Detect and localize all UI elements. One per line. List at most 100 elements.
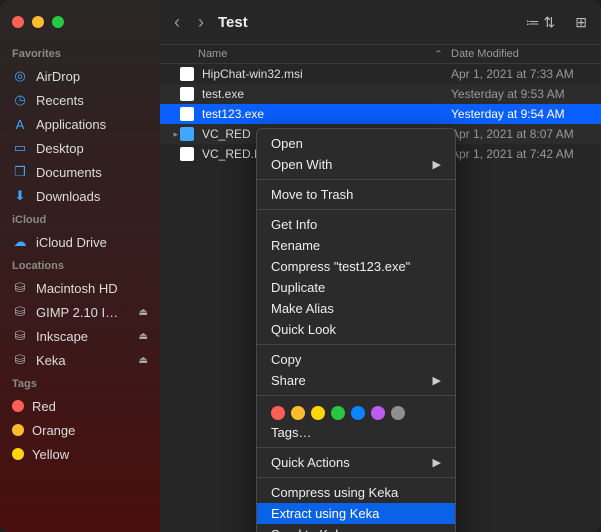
menu-item-label: Open With — [271, 157, 332, 172]
disk-icon: ⛁ — [12, 352, 28, 368]
forward-button[interactable]: › — [198, 12, 204, 33]
tag-dot-icon — [12, 448, 24, 460]
sort-indicator: ⌃ — [434, 48, 443, 61]
menu-item-label: Share — [271, 373, 306, 388]
sidebar: Favorites ◎ AirDrop ◷RecentsAApplications▭D… — [0, 0, 160, 532]
airdrop-icon: ◎ — [12, 68, 28, 84]
sidebar-item[interactable]: ⬇Downloads — [0, 184, 160, 208]
submenu-arrow-icon: ▶ — [433, 158, 441, 171]
sidebar-item[interactable]: Red — [0, 394, 160, 418]
sidebar-section-title: Locations — [0, 254, 160, 276]
menu-item-label: Extract using Keka — [271, 506, 379, 521]
sidebar-item-label: Recents — [36, 93, 84, 108]
file-row[interactable]: test.exeYesterday at 9:53 AM — [160, 84, 601, 104]
file-date: Apr 1, 2021 at 7:42 AM — [451, 147, 601, 161]
file-row[interactable]: HipChat-win32.msiApr 1, 2021 at 7:33 AM — [160, 64, 601, 84]
menu-item[interactable]: Share ▶ — [257, 370, 455, 391]
file-date: Yesterday at 9:54 AM — [451, 107, 601, 121]
sidebar-item-label: Documents — [36, 165, 102, 180]
menu-item[interactable]: Copy — [257, 349, 455, 370]
close-window[interactable] — [12, 16, 24, 28]
column-date[interactable]: Date Modified — [451, 48, 601, 60]
disclosure-triangle[interactable]: ▸ — [173, 129, 178, 140]
sidebar-item[interactable]: ◎ AirDrop — [0, 64, 160, 88]
tag-color[interactable] — [291, 406, 305, 420]
folder-icon — [180, 127, 194, 141]
submenu-arrow-icon: ▶ — [433, 374, 441, 387]
downloads-icon: ⬇ — [12, 188, 28, 204]
sidebar-item-label: Keka — [36, 353, 66, 368]
tag-color[interactable] — [371, 406, 385, 420]
tag-color[interactable] — [331, 406, 345, 420]
menu-item-label: Quick Actions — [271, 455, 350, 470]
sidebar-item[interactable]: ☁iCloud Drive — [0, 230, 160, 254]
tag-color[interactable] — [271, 406, 285, 420]
context-menu: Open Open With ▶ Move to Trash Get Info Renam… — [256, 128, 456, 532]
finder-window: Favorites ◎ AirDrop ◷RecentsAApplications▭D… — [0, 0, 601, 532]
sidebar-item[interactable]: ❐Documents — [0, 160, 160, 184]
menu-item[interactable]: Rename — [257, 235, 455, 256]
sidebar-section-title: Favorites — [0, 42, 160, 64]
menu-item[interactable]: Quick Actions ▶ — [257, 452, 455, 473]
menu-item[interactable]: Compress using Keka — [257, 482, 455, 503]
tag-dot-icon — [12, 424, 24, 436]
toolbar: ‹ › Test ≔ ⇅ ⊞ — [160, 0, 601, 44]
folder-title: Test — [218, 14, 248, 31]
file-row[interactable]: test123.exeYesterday at 9:54 AM — [160, 104, 601, 124]
file-name: HipChat-win32.msi — [198, 67, 451, 81]
sidebar-item[interactable]: Orange — [0, 418, 160, 442]
menu-item[interactable]: Move to Trash — [257, 184, 455, 205]
tag-color[interactable] — [351, 406, 365, 420]
menu-item-label: Quick Look — [271, 322, 336, 337]
eject-icon[interactable]: ⏏ — [139, 331, 148, 342]
view-options-button[interactable]: ≔ ⇅ — [526, 14, 556, 31]
toolbar-more-button[interactable]: ⊞ — [575, 14, 587, 31]
zoom-window[interactable] — [52, 16, 64, 28]
sidebar-item[interactable]: Yellow — [0, 442, 160, 466]
sidebar-section-title: iCloud — [0, 208, 160, 230]
sidebar-item-label: Yellow — [32, 447, 69, 462]
sidebar-item[interactable]: ◷Recents — [0, 88, 160, 112]
menu-item-label: Move to Trash — [271, 187, 353, 202]
submenu-arrow-icon: ▶ — [433, 456, 441, 469]
sidebar-item[interactable]: ⛁Macintosh HD — [0, 276, 160, 300]
tag-color[interactable] — [311, 406, 325, 420]
menu-item[interactable]: Quick Look — [257, 319, 455, 340]
minimize-window[interactable] — [32, 16, 44, 28]
menu-item[interactable]: Compress "test123.exe" — [257, 256, 455, 277]
file-icon — [180, 67, 194, 81]
sidebar-section-title: Tags — [0, 372, 160, 394]
back-button[interactable]: ‹ — [174, 12, 180, 33]
file-date: Apr 1, 2021 at 7:33 AM — [451, 67, 601, 81]
menu-item[interactable]: Tags… — [257, 422, 455, 443]
file-icon — [180, 107, 194, 121]
menu-item-label: Get Info — [271, 217, 317, 232]
file-name: test123.exe — [198, 107, 451, 121]
menu-item[interactable]: Get Info — [257, 214, 455, 235]
menu-separator — [257, 209, 455, 210]
eject-icon[interactable]: ⏏ — [139, 307, 148, 318]
sidebar-item[interactable]: ⛁GIMP 2.10 I…⏏ — [0, 300, 160, 324]
menu-item[interactable]: Make Alias — [257, 298, 455, 319]
menu-item[interactable]: Send to Keka — [257, 524, 455, 532]
menu-item-label: Send to Keka — [271, 527, 349, 532]
menu-item-label: Rename — [271, 238, 320, 253]
apps-icon: A — [12, 117, 28, 132]
sidebar-item[interactable]: ⛁ Keka ⏏ — [0, 348, 160, 372]
menu-item[interactable]: Open — [257, 133, 455, 154]
sidebar-item[interactable]: AApplications — [0, 112, 160, 136]
menu-item[interactable]: Duplicate — [257, 277, 455, 298]
menu-item[interactable]: Open With ▶ — [257, 154, 455, 175]
menu-separator — [257, 477, 455, 478]
sidebar-item[interactable]: ▭Desktop — [0, 136, 160, 160]
file-name: test.exe — [198, 87, 451, 101]
sidebar-item-label: AirDrop — [36, 69, 80, 84]
menu-item-label: Make Alias — [271, 301, 334, 316]
menu-item[interactable]: Extract using Keka — [257, 503, 455, 524]
eject-icon[interactable]: ⏏ — [139, 355, 148, 366]
disk-icon: ⛁ — [12, 280, 28, 296]
tag-color[interactable] — [391, 406, 405, 420]
menu-item-label: Tags… — [271, 425, 311, 440]
column-name[interactable]: Name — [198, 48, 227, 60]
sidebar-item[interactable]: ⛁Inkscape⏏ — [0, 324, 160, 348]
